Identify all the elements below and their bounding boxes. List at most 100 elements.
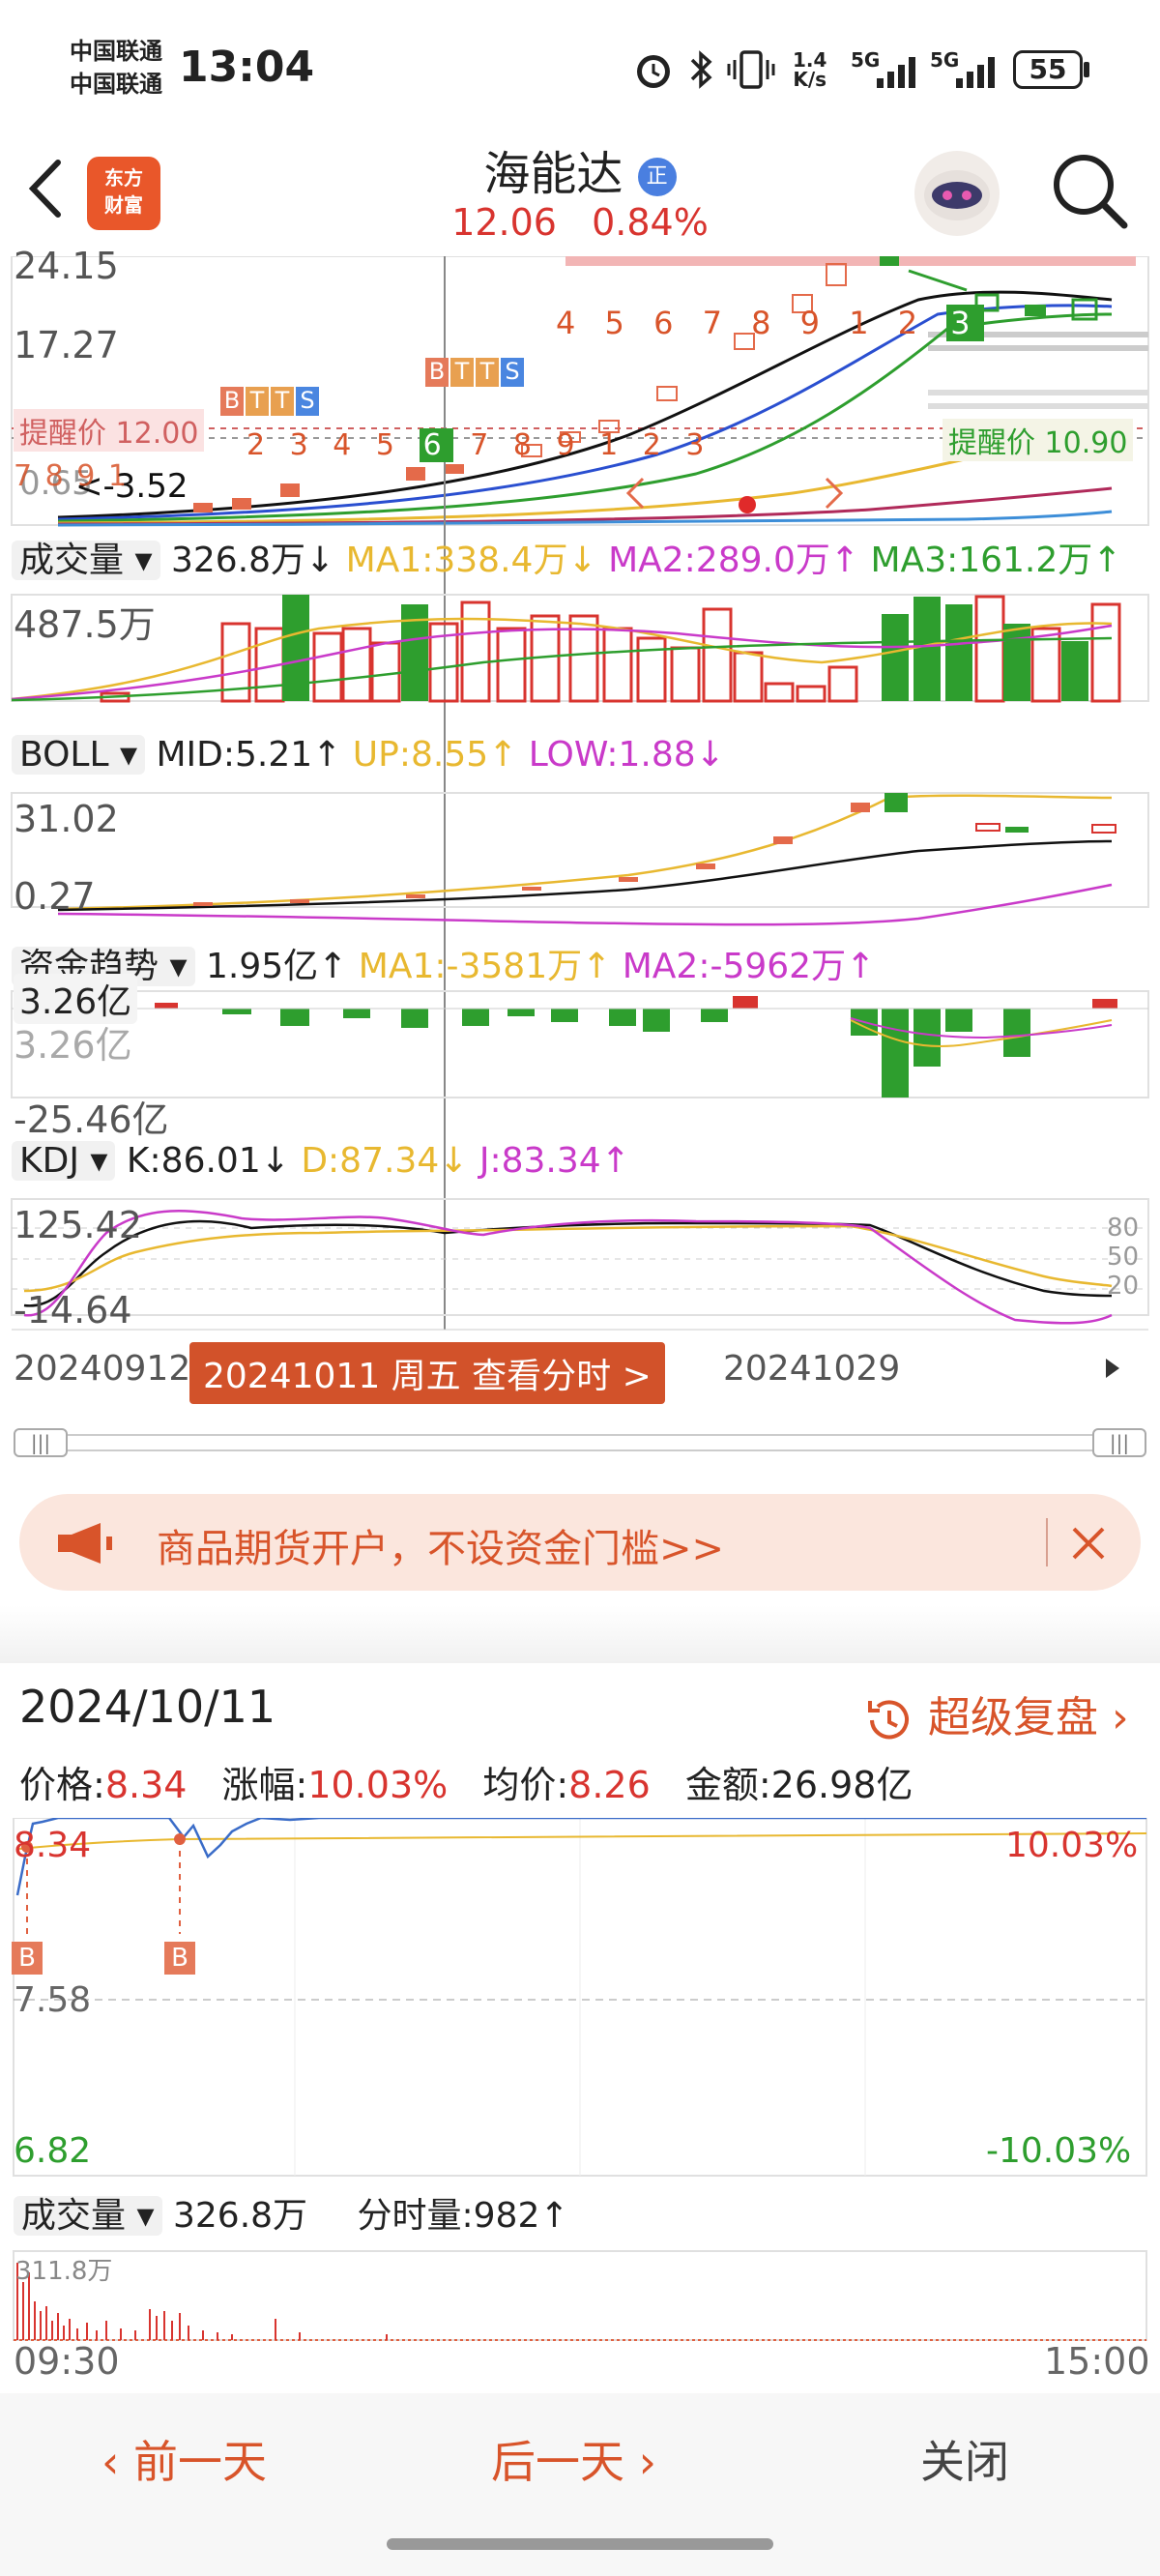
view-intraday-chip[interactable]: 20241011 周五 查看分时 > [189,1342,665,1404]
volume-ma3: MA3:161.2万 [870,541,1093,580]
price-axis-top: 24.15 [14,245,119,287]
super-replay-label: 超级复盘 [928,1693,1098,1742]
footer-nav: ‹ 前一天 后一天 › 关闭 [0,2393,1160,2576]
date-axis-left: 20240912 [14,1349,191,1389]
megaphone-icon [58,1523,112,1564]
volume-ma2: MA2:289.0万 [608,541,830,580]
next-day-button[interactable]: 后一天 › [491,2427,656,2491]
promo-text: 商品期货开户，不设资金门槛>> [157,1527,725,1571]
detail-date: 2024/10/11 [19,1681,276,1733]
td-mark: T [246,387,269,416]
volume-ma1: MA1:338.4万 [345,541,568,580]
td-number: 1 [107,459,130,493]
bluetooth-icon [690,50,712,89]
intraday-axis-bottom-left: 6.82 [14,2131,92,2171]
boll-candles [193,793,1116,906]
promo-banner[interactable]: 商品期货开户，不设资金门槛>> [19,1494,1141,1591]
kdj-label: KDJ [19,1141,79,1181]
capital-axis-bottom: -25.46亿 [14,1098,169,1141]
td-count-row-1: 7 8 9 1 [14,459,129,493]
td-number: 9 [556,428,583,462]
intraday-axis-top-left: 8.34 [14,1826,92,1865]
amount-value: 26.98亿 [770,1764,914,1806]
td-count-row-2: 2 3 4 5 6 7 8 9 1 2 3 [246,428,712,462]
kdj-k: K:86.01 [126,1141,261,1181]
chart-scrollbar[interactable] [14,1434,1146,1451]
alert-price-left[interactable]: 提醒价 12.00 [14,409,205,452]
volume-indicator-select[interactable]: 成交量 ▾ [12,541,160,580]
robot-assistant-icon[interactable] [909,145,1005,242]
alert-price-right[interactable]: 提醒价 10.90 [942,419,1134,461]
avg-label: 均价: [482,1764,569,1806]
boll-indicator-select[interactable]: BOLL ▾ [12,735,146,775]
boll-up: UP:8.55 [352,735,489,775]
td-number: 7 [14,459,35,493]
intraday-volume-select[interactable]: 成交量 ▾ [14,2196,162,2236]
buy-marker: B [12,1942,43,1975]
kdj-d: D:87.34 [301,1141,440,1181]
boll-axis-bottom: 0.27 [14,875,96,918]
td-signal-row-2: B T T S [425,358,524,387]
home-indicator [387,2538,773,2550]
search-icon[interactable] [1049,150,1131,232]
scrollbar-handle-right[interactable]: ||| [1092,1428,1146,1457]
td-number: 5 [375,428,403,462]
header: 东方 财富 海能达 正 12.06 0.84% [0,126,1160,256]
super-replay-link[interactable]: 超级复盘 › [860,1683,1129,1747]
td-number: 3 [946,305,984,341]
volume-axis-top: 487.5万 [14,603,156,646]
intraday-chart[interactable] [0,1818,1160,2359]
intraday-volume-value: 326.8万 [172,2196,308,2236]
carrier-2: 中国联通 [70,71,162,98]
history-clock-icon [868,1700,909,1740]
capital-ma2: MA2:-5962万 [622,947,847,986]
td-number: 6 [653,305,683,341]
kline-chart-panel[interactable]: 24.15 17.27 0.65 提醒价 12.00 提醒价 10.90 <-3… [0,245,1160,1457]
scroll-right-icon[interactable] [1092,1349,1131,1388]
kdj-j: J:83.34 [478,1141,601,1181]
td-number: 9 [76,459,98,493]
capital-header: 资金趋势 ▾ 1.95亿↑ MA1:-3581万↑ MA2:-5962万↑ [12,938,875,988]
kdj-indicator-select[interactable]: KDJ ▾ [12,1141,116,1181]
td-number: 2 [246,428,274,462]
capital-axis-top: 3.26亿 [14,1024,132,1067]
stock-change: 0.84% [592,201,709,244]
prev-day-button[interactable]: ‹ 前一天 [102,2427,267,2491]
td-number: 2 [642,428,669,462]
carrier-1: 中国联通 [70,38,162,65]
td-number: 4 [333,428,360,462]
scrollbar-handle-left[interactable]: ||| [14,1428,68,1457]
intraday-detail-panel: 2024/10/11 超级复盘 › 价格:8.34 涨幅:10.03% 均价:8… [0,1663,1160,2398]
intraday-axis-bottom-right: -10.03% [986,2131,1132,2171]
verified-badge: 正 [637,158,677,196]
date-axis-right: 20241029 [723,1349,901,1389]
price-value: 8.34 [104,1764,188,1806]
volume-value: 326.8万 [170,541,306,580]
td-number: 7 [470,428,497,462]
td-number: 7 [702,305,732,341]
close-button[interactable]: 关闭 [920,2427,1009,2491]
kdj-level-80: 80 [1107,1214,1140,1243]
kdj-level-20: 20 [1107,1272,1140,1301]
panel-shadow [0,1605,1160,1663]
battery-indicator: 55 [1013,50,1083,89]
volume-label: 成交量 [19,541,125,580]
td-mark: B [220,387,244,416]
tick-volume: 分时量:982 [357,2196,540,2236]
td-number: 6 [419,428,453,462]
intraday-axis-top-right: 10.03% [1005,1826,1139,1865]
td-number: 4 [556,305,586,341]
td-number: 3 [289,428,316,462]
td-number: 5 [604,305,634,341]
td-number: 1 [599,428,626,462]
clock: 13:04 [179,43,315,92]
avg-value: 8.26 [568,1764,651,1806]
td-mark: S [501,358,524,387]
close-icon[interactable] [1068,1523,1109,1564]
alarm-icon [637,55,670,88]
intraday-volume-header: 成交量 ▾ 326.8万 分时量:982↑ [14,2187,569,2238]
td-mark: T [271,387,294,416]
td-number: 8 [512,428,539,462]
boll-low: LOW:1.88 [528,735,696,775]
td-number: 8 [751,305,781,341]
